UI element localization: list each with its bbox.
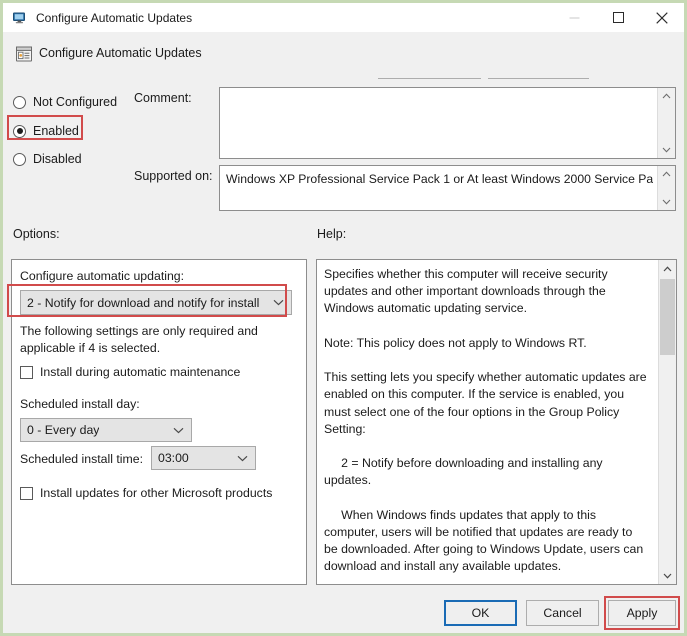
- help-text: Specifies whether this computer will rec…: [324, 266, 648, 578]
- radio-enabled[interactable]: Enabled: [13, 122, 79, 140]
- supported-on-value: Windows XP Professional Service Pack 1 o…: [226, 171, 653, 187]
- dialog-body: Not Configured Enabled Disabled Comment:: [3, 79, 684, 633]
- window-controls: [552, 3, 684, 32]
- scheduled-install-day-value: 0 - Every day: [27, 423, 99, 437]
- configure-updating-label: Configure automatic updating:: [20, 269, 184, 283]
- supported-on-field[interactable]: Windows XP Professional Service Pack 1 o…: [219, 165, 676, 211]
- radio-disabled-label: Disabled: [33, 152, 82, 166]
- help-scroll-down-icon[interactable]: [659, 567, 676, 584]
- maximize-icon: [613, 12, 624, 23]
- checkbox-install-other-products-mark: [20, 487, 33, 500]
- comment-input[interactable]: [219, 87, 676, 159]
- options-panel: Configure automatic updating: 2 - Notify…: [11, 259, 307, 585]
- chevron-down-icon: [273, 299, 284, 306]
- supported-on-scroll-up-icon[interactable]: [658, 166, 675, 182]
- options-section-label: Options:: [13, 227, 60, 241]
- ok-button[interactable]: OK: [444, 600, 517, 626]
- scheduled-install-time-label: Scheduled install time:: [20, 452, 143, 466]
- options-note: The following settings are only required…: [20, 323, 290, 357]
- computer-monitor-icon: [12, 10, 28, 26]
- scheduled-install-time-value: 03:00: [158, 451, 189, 465]
- maximize-button[interactable]: [596, 3, 640, 32]
- comment-label: Comment:: [134, 91, 192, 105]
- title-bar: Configure Automatic Updates: [3, 3, 684, 32]
- policy-title: Configure Automatic Updates: [39, 46, 202, 60]
- radio-not-configured-mark: [13, 96, 26, 109]
- radio-not-configured[interactable]: Not Configured: [13, 93, 117, 111]
- policy-setting-icon: [15, 45, 33, 63]
- help-scrollbar[interactable]: [658, 260, 676, 584]
- configure-updating-value: 2 - Notify for download and notify for i…: [27, 296, 259, 310]
- window-title: Configure Automatic Updates: [36, 11, 192, 25]
- cancel-button[interactable]: Cancel: [526, 600, 599, 626]
- policy-header: Configure Automatic Updates Previous Set…: [3, 32, 684, 80]
- comment-scroll-down-icon[interactable]: [658, 142, 675, 158]
- checkbox-install-during-maintenance-label: Install during automatic maintenance: [40, 365, 240, 379]
- radio-enabled-mark: [13, 125, 26, 138]
- minimize-button[interactable]: [552, 3, 596, 32]
- close-icon: [656, 12, 668, 24]
- scheduled-install-time-dropdown[interactable]: 03:00: [151, 446, 256, 470]
- radio-not-configured-label: Not Configured: [33, 95, 117, 109]
- checkbox-install-during-maintenance-mark: [20, 366, 33, 379]
- chevron-down-icon: [173, 427, 184, 434]
- group-policy-dialog: Configure Automatic Updates: [0, 0, 687, 636]
- close-button[interactable]: [640, 3, 684, 32]
- supported-on-label: Supported on:: [134, 169, 213, 183]
- minimize-icon: [569, 12, 580, 23]
- checkbox-install-during-maintenance[interactable]: Install during automatic maintenance: [20, 364, 240, 380]
- checkbox-install-other-products[interactable]: Install updates for other Microsoft prod…: [20, 485, 272, 501]
- chevron-down-icon: [237, 455, 248, 462]
- apply-button[interactable]: Apply: [608, 600, 676, 626]
- help-panel: Specifies whether this computer will rec…: [316, 259, 677, 585]
- help-section-label: Help:: [317, 227, 346, 241]
- scheduled-install-day-label: Scheduled install day:: [20, 397, 140, 411]
- configure-updating-dropdown[interactable]: 2 - Notify for download and notify for i…: [20, 290, 292, 315]
- checkbox-install-other-products-label: Install updates for other Microsoft prod…: [40, 486, 272, 500]
- help-scrollbar-thumb[interactable]: [660, 279, 675, 355]
- supported-on-scroll-down-icon[interactable]: [658, 194, 675, 210]
- supported-on-scrollbar[interactable]: [657, 166, 675, 210]
- comment-scrollbar[interactable]: [657, 88, 675, 158]
- help-scroll-up-icon[interactable]: [659, 260, 676, 277]
- comment-scroll-up-icon[interactable]: [658, 88, 675, 104]
- scheduled-install-day-dropdown[interactable]: 0 - Every day: [20, 418, 192, 442]
- radio-enabled-label: Enabled: [33, 124, 79, 138]
- radio-disabled[interactable]: Disabled: [13, 150, 82, 168]
- radio-disabled-mark: [13, 153, 26, 166]
